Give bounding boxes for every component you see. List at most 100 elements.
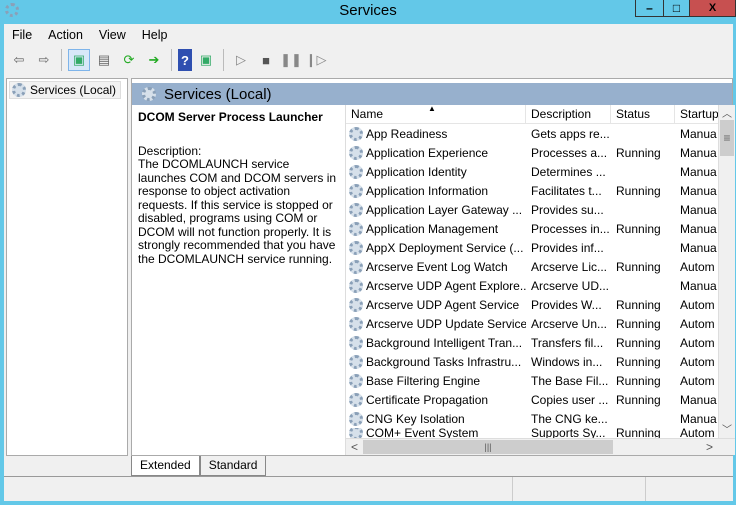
service-status: Running bbox=[616, 221, 661, 236]
service-name-cell: Arcserve UDP Agent Service bbox=[346, 297, 526, 312]
table-row[interactable]: Arcserve UDP Agent Explore... Arcserve UD… bbox=[346, 276, 718, 295]
gear-icon bbox=[12, 83, 26, 97]
export-list-icon[interactable]: ➔ bbox=[143, 49, 165, 71]
scroll-left-icon[interactable]: < bbox=[351, 440, 358, 454]
table-row[interactable]: App Readiness Gets apps re... Manua bbox=[346, 124, 718, 143]
status-section bbox=[646, 477, 731, 501]
table-row[interactable]: Arcserve UDP Update Service Arcserve Un..… bbox=[346, 314, 718, 333]
minimize-button[interactable]: – bbox=[635, 0, 664, 17]
gear-icon bbox=[349, 202, 363, 217]
vertical-scrollbar[interactable]: ︿ ≡ ﹀ bbox=[718, 105, 735, 438]
toolbar-separator bbox=[223, 49, 224, 71]
service-description: Provides W... bbox=[531, 297, 602, 312]
service-name-cell: COM+ Event System bbox=[346, 428, 526, 438]
toolbar-separator bbox=[171, 49, 172, 71]
action-pane-icon[interactable]: ▣ bbox=[195, 49, 217, 71]
selected-service-name: DCOM Server Process Launcher bbox=[138, 110, 323, 124]
tab-standard[interactable]: Standard bbox=[199, 456, 267, 476]
service-startup: Autom bbox=[680, 354, 715, 369]
table-row[interactable]: Base Filtering Engine The Base Fil... Runn… bbox=[346, 371, 718, 390]
start-icon[interactable]: ▷ bbox=[230, 49, 252, 71]
horizontal-scrollbar[interactable]: < ||| > bbox=[346, 438, 735, 455]
service-name: CNG Key Isolation bbox=[366, 411, 465, 426]
table-row[interactable]: Background Intelligent Tran... Transfers … bbox=[346, 333, 718, 352]
service-startup: Manua bbox=[680, 126, 717, 141]
service-startup: Autom bbox=[680, 373, 715, 388]
resume-icon[interactable]: ❙▷ bbox=[305, 49, 327, 71]
gear-icon bbox=[349, 392, 363, 407]
gear-icon bbox=[349, 411, 363, 426]
toolbar: ⇦ ⇨ ▣ ▤ ⟳ ➔ ? ▣ ▷ ■ ❚❚ ❙▷ bbox=[4, 46, 733, 74]
tree-item-services-local[interactable]: Services (Local) bbox=[9, 81, 122, 99]
table-row[interactable]: Application Information Facilitates t... R… bbox=[346, 181, 718, 200]
maximize-button[interactable]: □ bbox=[663, 0, 690, 17]
service-status: Running bbox=[616, 392, 661, 407]
menu-view[interactable]: View bbox=[91, 28, 134, 42]
hscroll-thumb[interactable]: ||| bbox=[363, 440, 613, 454]
table-row[interactable]: Certificate Propagation Copies user ... Ru… bbox=[346, 390, 718, 409]
scroll-right-icon[interactable]: > bbox=[706, 440, 713, 454]
service-status: Running bbox=[616, 297, 661, 312]
service-name: AppX Deployment Service (... bbox=[366, 240, 524, 255]
table-row[interactable]: Background Tasks Infrastru... Windows in.… bbox=[346, 352, 718, 371]
stop-icon[interactable]: ■ bbox=[255, 49, 277, 71]
column-name[interactable]: Name ▲ bbox=[346, 105, 526, 124]
toolbar-separator bbox=[61, 49, 62, 71]
service-description: Copies user ... bbox=[531, 392, 609, 407]
pause-icon[interactable]: ❚❚ bbox=[280, 49, 302, 71]
service-status: Running bbox=[616, 354, 661, 369]
service-name-cell: Application Information bbox=[346, 183, 526, 198]
service-description: Arcserve Lic... bbox=[531, 259, 608, 274]
back-icon[interactable]: ⇦ bbox=[8, 49, 30, 71]
scroll-thumb[interactable]: ≡ bbox=[720, 120, 734, 156]
close-button[interactable]: X bbox=[689, 0, 736, 17]
column-status[interactable]: Status bbox=[611, 105, 675, 124]
service-startup: Manua bbox=[680, 278, 717, 293]
forward-icon[interactable]: ⇨ bbox=[33, 49, 55, 71]
table-row[interactable]: AppX Deployment Service (... Provides inf… bbox=[346, 238, 718, 257]
window-title: Services bbox=[339, 2, 397, 19]
sort-ascending-icon: ▲ bbox=[428, 105, 436, 113]
table-row[interactable]: Application Identity Determines ... Manua bbox=[346, 162, 718, 181]
refresh-icon[interactable]: ⟳ bbox=[118, 49, 140, 71]
table-row[interactable]: Arcserve UDP Agent Service Provides W... R… bbox=[346, 295, 718, 314]
help-icon[interactable]: ? bbox=[178, 49, 192, 71]
console-tree: Services (Local) bbox=[6, 78, 128, 456]
service-description: Facilitates t... bbox=[531, 183, 602, 198]
show-hide-tree-icon[interactable]: ▣ bbox=[68, 49, 90, 71]
menu-file[interactable]: File bbox=[4, 28, 40, 42]
service-name: Background Tasks Infrastru... bbox=[366, 354, 522, 369]
table-row[interactable]: Application Management Processes in... Run… bbox=[346, 219, 718, 238]
service-name-cell: Certificate Propagation bbox=[346, 392, 526, 407]
scroll-up-icon[interactable]: ︿ bbox=[719, 105, 735, 120]
service-description: Gets apps re... bbox=[531, 126, 610, 141]
table-row[interactable]: Arcserve Event Log Watch Arcserve Lic... R… bbox=[346, 257, 718, 276]
service-description: The CNG ke... bbox=[531, 411, 608, 426]
column-description[interactable]: Description bbox=[526, 105, 611, 124]
service-name-cell: AppX Deployment Service (... bbox=[346, 240, 526, 255]
service-name: Application Information bbox=[366, 183, 489, 198]
service-name-cell: Background Tasks Infrastru... bbox=[346, 354, 526, 369]
table-row[interactable]: Application Experience Processes a... Runn… bbox=[346, 143, 718, 162]
service-name-cell: Arcserve Event Log Watch bbox=[346, 259, 526, 274]
gear-icon bbox=[349, 297, 363, 312]
table-row[interactable]: COM+ Event System Supports Sy... Running Au… bbox=[346, 428, 718, 438]
gear-icon bbox=[349, 240, 363, 255]
service-status: Running bbox=[616, 183, 661, 198]
service-name-cell: Application Identity bbox=[346, 164, 526, 179]
menu-help[interactable]: Help bbox=[134, 28, 176, 42]
service-startup: Autom bbox=[680, 428, 715, 438]
service-startup: Manua bbox=[680, 145, 717, 160]
gear-icon bbox=[349, 316, 363, 331]
service-name: Application Identity bbox=[366, 164, 467, 179]
service-status: Running bbox=[616, 316, 661, 331]
tab-extended[interactable]: Extended bbox=[131, 456, 200, 476]
status-section bbox=[4, 477, 513, 501]
scroll-down-icon[interactable]: ﹀ bbox=[719, 421, 735, 436]
service-startup: Manua bbox=[680, 240, 717, 255]
table-row[interactable]: CNG Key Isolation The CNG ke... Manua bbox=[346, 409, 718, 428]
menu-action[interactable]: Action bbox=[40, 28, 91, 42]
column-startup[interactable]: Startup bbox=[675, 105, 718, 124]
table-row[interactable]: Application Layer Gateway ... Provides su… bbox=[346, 200, 718, 219]
properties-icon[interactable]: ▤ bbox=[93, 49, 115, 71]
